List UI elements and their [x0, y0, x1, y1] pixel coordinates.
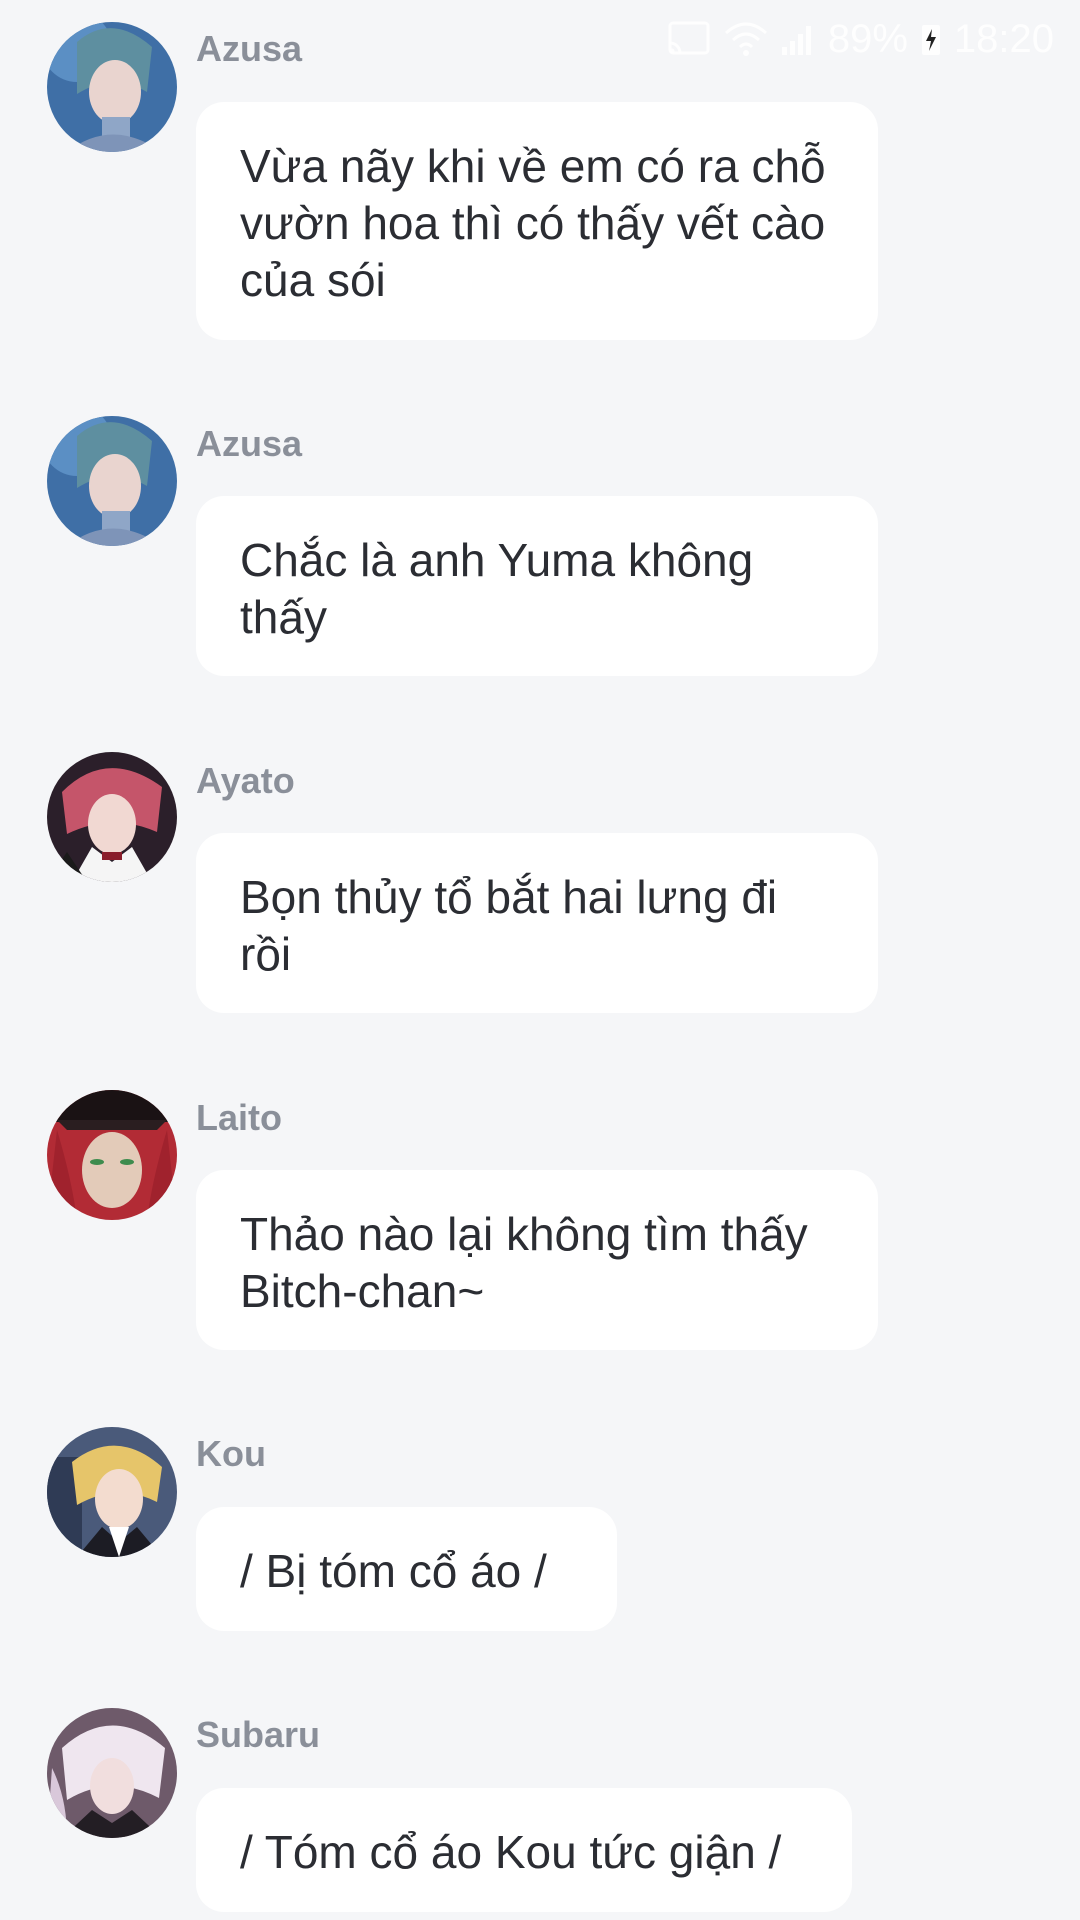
cast-icon [666, 19, 712, 59]
azusa-avatar-image [47, 22, 177, 152]
avatar[interactable] [47, 1427, 177, 1557]
avatar[interactable] [47, 416, 177, 546]
wifi-icon [724, 21, 768, 57]
sender-name: Kou [196, 1433, 266, 1474]
message-bubble[interactable]: Vừa nãy khi về em có ra chỗ vườn hoa thì… [196, 102, 878, 340]
message-bubble[interactable]: Bọn thủy tổ bắt hai lưng đi rồi [196, 833, 878, 1013]
message-bubble[interactable]: / Tóm cổ áo Kou tức giận / [196, 1788, 852, 1912]
azusa-avatar-image [47, 416, 177, 546]
laito-avatar-image [47, 1090, 177, 1220]
chat-list[interactable]: Azusa Vừa nãy khi về em có ra chỗ vườn h… [0, 0, 1080, 1920]
battery-charging-icon [920, 21, 942, 57]
ayato-avatar-image [47, 752, 177, 882]
sender-name: Laito [196, 1097, 282, 1138]
avatar[interactable] [47, 752, 177, 882]
signal-icon [780, 21, 816, 57]
message-bubble[interactable]: Thảo nào lại không tìm thấy Bitch-chan~ [196, 1170, 878, 1350]
sender-name: Subaru [196, 1714, 321, 1755]
clock: 18:20 [953, 16, 1054, 61]
sender-name: Ayato [196, 760, 295, 801]
subaru-avatar-image [47, 1708, 177, 1838]
avatar[interactable] [47, 1708, 177, 1838]
message-bubble[interactable]: Chắc là anh Yuma không thấy [196, 496, 878, 676]
status-bar: 89% 18:20 [650, 0, 1080, 78]
message-bubble[interactable]: / Bị tóm cổ áo / [196, 1507, 617, 1631]
sender-name: Azusa [196, 28, 303, 69]
battery-percent: 89% [827, 16, 908, 61]
avatar[interactable] [47, 1090, 177, 1220]
kou-avatar-image [47, 1427, 177, 1557]
avatar[interactable] [47, 22, 177, 152]
sender-name: Azusa [196, 423, 303, 464]
